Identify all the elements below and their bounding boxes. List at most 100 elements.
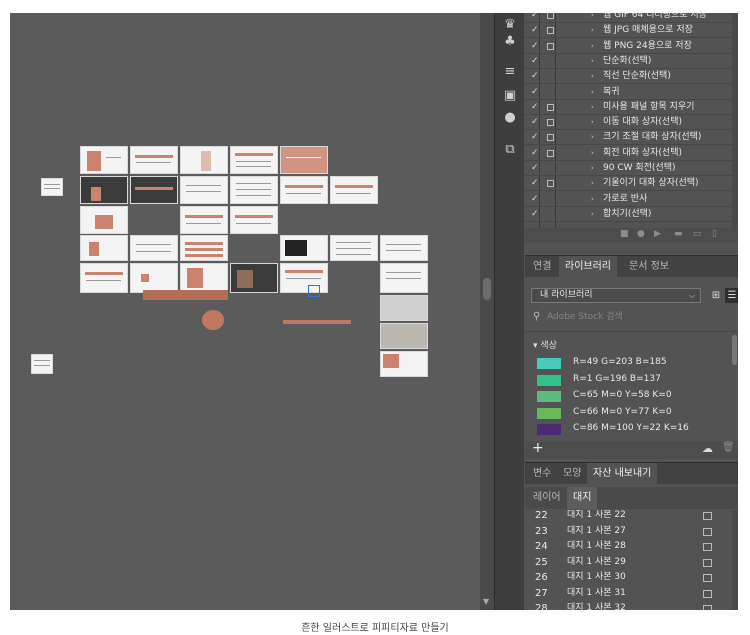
dialog-toggle-icon[interactable] <box>547 134 554 142</box>
artboard-options-icon[interactable] <box>703 605 712 610</box>
artboard-thumbnail[interactable] <box>380 323 428 349</box>
transparency-icon[interactable]: ● <box>502 111 518 125</box>
toggle-check-icon[interactable]: ✓ <box>531 207 539 222</box>
artboard-row[interactable]: 23 대지 1 사본 27 <box>525 524 730 540</box>
scrollbar-thumb[interactable] <box>483 278 491 300</box>
artboard-thumbnail[interactable] <box>380 351 428 377</box>
toggle-check-icon[interactable]: ✓ <box>531 161 539 176</box>
action-row[interactable]: ✓ › 웹 GIF 64 디더링으로 저장 <box>525 13 732 23</box>
artboard-thumbnail[interactable] <box>130 176 178 204</box>
artboard-thumbnail[interactable] <box>180 263 228 293</box>
artboard-thumbnail[interactable] <box>130 235 178 261</box>
record-icon[interactable]: ● <box>637 229 645 239</box>
dialog-toggle-icon[interactable] <box>547 103 554 111</box>
artboard-row[interactable]: 27 대지 1 사본 31 <box>525 586 730 602</box>
toggle-check-icon[interactable]: ✓ <box>531 130 539 145</box>
action-row[interactable]: ✓ › 직선 단순화(선택) <box>525 69 732 85</box>
artboard-thumbnail[interactable] <box>31 354 53 374</box>
artboard-thumbnail[interactable] <box>280 146 328 174</box>
artboard-thumbnail[interactable] <box>180 206 228 234</box>
toggle-check-icon[interactable]: ✓ <box>531 54 539 69</box>
action-row[interactable]: ✓ › 단순화(선택) <box>525 54 732 69</box>
artboard-scrollbar[interactable] <box>732 510 738 610</box>
artboard-row[interactable]: 28 대지 1 사본 32 <box>525 601 730 610</box>
artboard-export-icon[interactable]: ⧉ <box>502 143 518 157</box>
expand-arrow-icon[interactable]: › <box>591 23 594 38</box>
stop-icon[interactable]: ■ <box>620 229 629 239</box>
action-row[interactable]: ✓ › 기울이기 대화 상자(선택) <box>525 176 732 192</box>
artboard-thumbnail[interactable] <box>380 263 428 293</box>
action-row[interactable]: ✓ › 웹 JPG 매체용으로 저장 <box>525 23 732 39</box>
action-row[interactable]: ✓ › 회전 대화 상자(선택) <box>525 146 732 161</box>
artboard-row[interactable]: 26 대지 1 사본 30 <box>525 570 730 586</box>
new-set-icon[interactable]: ▬ <box>674 229 683 239</box>
toggle-check-icon[interactable]: ✓ <box>531 100 539 115</box>
action-row[interactable]: ✓ › 미사용 패널 항목 지우기 <box>525 100 732 115</box>
tab-artboards[interactable]: 대지 <box>567 487 598 509</box>
artboard-options-icon[interactable] <box>703 589 712 598</box>
actions-scrollbar[interactable] <box>732 13 738 228</box>
artboard-row[interactable]: 22 대지 1 사본 22 <box>525 510 730 524</box>
expand-arrow-icon[interactable]: › <box>591 69 594 84</box>
expand-arrow-icon[interactable]: › <box>591 39 594 54</box>
grid-view-icon[interactable]: ⊞ <box>709 288 723 303</box>
floating-element[interactable] <box>283 320 351 324</box>
color-swatch[interactable]: C=86 M=100 Y=22 K=16 <box>533 422 713 437</box>
artboard-thumbnail[interactable] <box>180 176 228 204</box>
artboard-thumbnail[interactable] <box>230 176 278 204</box>
artboard-thumbnail[interactable] <box>330 235 378 261</box>
artboard-thumbnail[interactable] <box>80 235 128 261</box>
selection-box[interactable] <box>308 285 320 297</box>
add-icon[interactable]: + <box>532 440 544 456</box>
toggle-check-icon[interactable]: ✓ <box>531 176 539 191</box>
toggle-check-icon[interactable]: ✓ <box>531 115 539 130</box>
expand-arrow-icon[interactable]: › <box>591 115 594 130</box>
tab-symbols[interactable]: 모양 <box>557 463 587 485</box>
gradient-icon[interactable]: ▣ <box>502 89 518 103</box>
scroll-down-arrow-icon[interactable]: ▼ <box>483 597 489 606</box>
color-swatch[interactable]: C=66 M=0 Y=77 K=0 <box>533 406 713 421</box>
expand-arrow-icon[interactable]: › <box>591 100 594 115</box>
color-swatch[interactable]: C=65 M=0 Y=58 K=0 <box>533 389 713 404</box>
tab-asset-export[interactable]: 자산 내보내기 <box>587 463 658 485</box>
dialog-toggle-icon[interactable] <box>547 149 554 157</box>
action-row[interactable]: ✓ › 합치기(선택) <box>525 207 732 222</box>
artboard-options-icon[interactable] <box>703 574 712 582</box>
toggle-check-icon[interactable]: ✓ <box>531 85 539 100</box>
artboard-options-icon[interactable] <box>703 512 712 520</box>
toggle-check-icon[interactable]: ✓ <box>531 39 539 54</box>
artboard-thumbnail[interactable] <box>380 235 428 261</box>
toggle-check-icon[interactable]: ✓ <box>531 146 539 161</box>
artboard-options-icon[interactable] <box>703 543 712 551</box>
expand-arrow-icon[interactable]: › <box>591 192 594 207</box>
expand-arrow-icon[interactable]: › <box>591 54 594 69</box>
action-row[interactable]: ✓ › 복귀 <box>525 85 732 100</box>
artboard-thumbnail[interactable] <box>330 176 378 204</box>
new-action-icon[interactable]: ▭ <box>693 229 702 239</box>
floating-element[interactable] <box>143 290 228 300</box>
align-lines-icon[interactable]: ≡ <box>502 65 518 79</box>
artboard-options-icon[interactable] <box>703 527 712 536</box>
play-icon[interactable]: ▶ <box>654 229 661 239</box>
dialog-toggle-icon[interactable] <box>547 180 554 188</box>
artboard-row[interactable]: 25 대지 1 사본 29 <box>525 555 730 571</box>
tab-links[interactable]: 연결 <box>527 256 557 278</box>
expand-arrow-icon[interactable]: › <box>591 130 594 145</box>
expand-arrow-icon[interactable]: › <box>591 85 594 100</box>
artboard-thumbnail[interactable] <box>180 146 228 174</box>
artboard-thumbnail[interactable] <box>130 146 178 174</box>
floating-element[interactable] <box>202 310 224 330</box>
artboard-thumbnail[interactable] <box>230 146 278 174</box>
artboard-thumbnail[interactable] <box>280 263 328 293</box>
expand-arrow-icon[interactable]: › <box>591 207 594 222</box>
artboard-thumbnail[interactable] <box>230 206 278 234</box>
tab-layers[interactable]: 레이어 <box>527 487 567 509</box>
club-symbol-icon[interactable]: ♣ <box>502 35 518 49</box>
dialog-toggle-icon[interactable] <box>547 119 554 127</box>
delete-icon[interactable]: 🗑 <box>722 442 735 453</box>
canvas-vertical-scrollbar[interactable]: ▼ <box>480 13 494 610</box>
artboard-thumbnail[interactable] <box>80 176 128 204</box>
artboard-thumbnail[interactable] <box>380 295 428 321</box>
artboard-thumbnail[interactable] <box>41 178 63 196</box>
list-view-icon[interactable]: ☰ <box>725 288 738 303</box>
